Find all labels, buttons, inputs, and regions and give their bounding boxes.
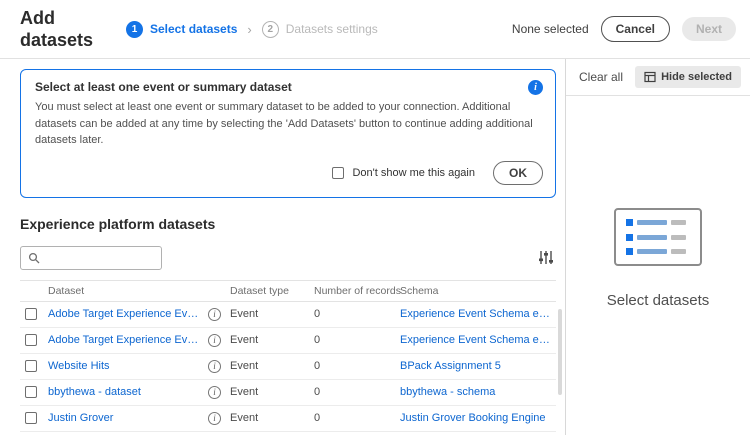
selected-datasets-panel: Clear all Hide selected Select datase <box>566 59 750 435</box>
step-1-label: Select datasets <box>150 22 237 36</box>
row-checkbox[interactable] <box>25 412 37 424</box>
empty-state-label: Select datasets <box>607 292 710 309</box>
row-checkbox[interactable] <box>25 360 37 372</box>
step-1-circle: 1 <box>126 21 143 38</box>
info-circle-icon[interactable] <box>208 360 221 373</box>
dataset-link[interactable]: bbythewa - dataset <box>48 386 208 398</box>
step-separator-chevron-icon <box>247 22 251 37</box>
dataset-type-cell: Event <box>230 412 314 424</box>
table-row[interactable]: bbythewa - dataset Event 0 bbythewa - sc… <box>20 380 556 406</box>
search-input[interactable] <box>45 252 154 264</box>
search-box <box>20 246 162 270</box>
table-row[interactable]: Website Hits Event 0 BPack Assignment 5 <box>20 354 556 380</box>
page-title: Add datasets <box>20 7 98 52</box>
schema-link[interactable]: Experience Event Schema experienc... <box>400 308 556 320</box>
record-count-cell: 0 <box>314 412 400 424</box>
dataset-type-cell: Event <box>230 308 314 320</box>
dataset-type-cell: Event <box>230 360 314 372</box>
clear-all-button[interactable]: Clear all <box>579 70 623 84</box>
record-count-cell: 0 <box>314 334 400 346</box>
schema-link[interactable]: bbythewa - schema <box>400 386 556 398</box>
table-header-row: Dataset Dataset type Number of records S… <box>20 280 556 302</box>
filter-settings-button[interactable] <box>536 248 556 267</box>
table-row[interactable]: Test Profile Data Set Profile 0 JNH Arti… <box>20 432 556 435</box>
content-area: Select at least one event or summary dat… <box>0 59 750 435</box>
row-checkbox[interactable] <box>25 386 37 398</box>
table-row[interactable]: Adobe Target Experience Events Event 0 E… <box>20 302 556 328</box>
step-select-datasets[interactable]: 1 Select datasets <box>126 21 237 38</box>
search-icon <box>28 252 40 264</box>
info-alert-title: Select at least one event or summary dat… <box>35 80 292 94</box>
dataset-type-cell: Event <box>230 386 314 398</box>
datasets-illustration <box>614 208 702 266</box>
dont-show-again-checkbox[interactable] <box>332 167 344 179</box>
datasets-table: Dataset Dataset type Number of records S… <box>20 280 556 435</box>
info-alert-header: Select at least one event or summary dat… <box>35 80 543 95</box>
row-checkbox[interactable] <box>25 308 37 320</box>
hide-selected-icon <box>644 71 656 83</box>
step-2-circle: 2 <box>262 21 279 38</box>
info-circle-icon[interactable] <box>208 386 221 399</box>
table-row[interactable]: Justin Grover Event 0 Justin Grover Book… <box>20 406 556 432</box>
page-header: Add datasets 1 Select datasets 2 Dataset… <box>0 0 750 59</box>
info-alert-footer: Don't show me this again OK <box>35 161 543 185</box>
cancel-button[interactable]: Cancel <box>601 16 670 42</box>
main-panel: Select at least one event or summary dat… <box>0 59 566 435</box>
step-2-label: Datasets settings <box>286 22 378 36</box>
record-count-cell: 0 <box>314 308 400 320</box>
empty-state: Select datasets <box>566 96 750 435</box>
next-button[interactable]: Next <box>682 17 736 41</box>
dataset-link[interactable]: Adobe Target Experience Events <box>48 334 208 346</box>
selection-status: None selected <box>512 22 589 36</box>
schema-link[interactable]: BPack Assignment 5 <box>400 360 556 372</box>
info-alert: Select at least one event or summary dat… <box>20 69 556 198</box>
column-header-number-of-records: Number of records <box>314 285 400 297</box>
hide-selected-label: Hide selected <box>661 71 732 83</box>
dataset-link[interactable]: Justin Grover <box>48 412 208 424</box>
add-datasets-page: Add datasets 1 Select datasets 2 Dataset… <box>0 0 750 435</box>
hide-selected-button[interactable]: Hide selected <box>635 66 741 88</box>
column-header-schema: Schema <box>400 285 556 297</box>
datasets-section-heading: Experience platform datasets <box>20 216 556 232</box>
dataset-link[interactable]: Website Hits <box>48 360 208 372</box>
column-header-dataset: Dataset <box>48 285 208 297</box>
table-scrollbar[interactable] <box>558 309 562 395</box>
dont-show-again-label: Don't show me this again <box>352 167 475 179</box>
filter-settings-icon <box>538 250 554 265</box>
schema-link[interactable]: Experience Event Schema experienc... <box>400 334 556 346</box>
header-actions: None selected Cancel Next <box>512 16 736 42</box>
info-icon <box>528 80 543 95</box>
step-list: 1 Select datasets 2 Datasets settings <box>126 21 378 38</box>
record-count-cell: 0 <box>314 360 400 372</box>
info-circle-icon[interactable] <box>208 412 221 425</box>
column-header-dataset-type: Dataset type <box>230 285 314 297</box>
dataset-link[interactable]: Adobe Target Experience Events <box>48 308 208 320</box>
info-circle-icon[interactable] <box>208 308 221 321</box>
dataset-type-cell: Event <box>230 334 314 346</box>
ok-button[interactable]: OK <box>493 161 543 185</box>
record-count-cell: 0 <box>314 386 400 398</box>
info-alert-body: You must select at least one event or su… <box>35 99 540 149</box>
schema-link[interactable]: Justin Grover Booking Engine <box>400 412 556 424</box>
table-row[interactable]: Adobe Target Experience Events Event 0 E… <box>20 328 556 354</box>
info-circle-icon[interactable] <box>208 334 221 347</box>
datasets-toolbar <box>20 246 556 270</box>
row-checkbox[interactable] <box>25 334 37 346</box>
selected-panel-toolbar: Clear all Hide selected <box>566 59 750 96</box>
step-datasets-settings[interactable]: 2 Datasets settings <box>262 21 378 38</box>
